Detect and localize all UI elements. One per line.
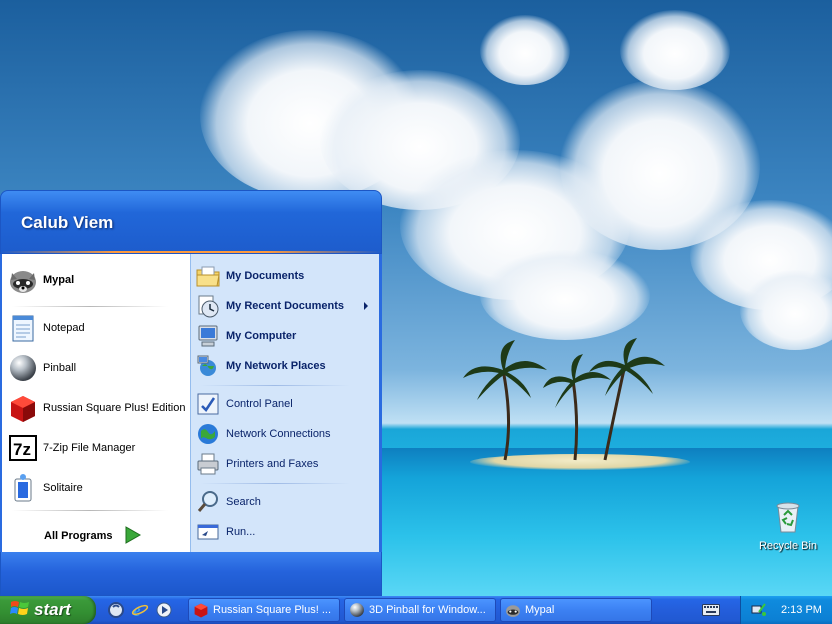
task-label: Mypal xyxy=(525,604,555,616)
taskbar: start e Russian Square Plus! ... 3D Pinb… xyxy=(0,596,832,624)
task-russian-square[interactable]: Russian Square Plus! ... xyxy=(188,598,340,622)
7zip-icon: 7z xyxy=(8,433,38,463)
start-label: start xyxy=(34,600,71,619)
place-my-recent-documents[interactable]: My Recent Documents xyxy=(196,292,374,320)
separator xyxy=(200,385,350,386)
run-icon xyxy=(196,520,220,544)
network-places-icon xyxy=(196,354,220,378)
cloud xyxy=(740,270,832,350)
separator xyxy=(200,483,350,484)
start-menu-footer xyxy=(0,552,382,596)
recycle-bin-icon xyxy=(776,502,800,533)
system-label: Control Panel xyxy=(226,398,293,410)
control-panel-icon xyxy=(196,392,220,416)
program-item-solitaire[interactable]: Solitaire xyxy=(8,470,186,506)
computer-icon xyxy=(196,324,220,348)
start-button[interactable]: start xyxy=(0,596,96,624)
recent-documents-icon xyxy=(196,294,220,318)
system-control-panel[interactable]: Control Panel xyxy=(196,390,374,418)
pinball-icon xyxy=(349,602,365,618)
user-name: Calub Viem xyxy=(21,213,114,232)
program-item-notepad[interactable]: Notepad xyxy=(8,310,186,346)
pinned-item-mypal[interactable]: Mypal xyxy=(8,262,186,298)
program-item-label: Solitaire xyxy=(43,482,83,494)
cloud xyxy=(480,250,650,340)
cloud xyxy=(620,10,730,90)
raccoon-icon xyxy=(505,602,521,618)
solitaire-icon xyxy=(8,473,38,503)
red-cube-icon xyxy=(193,602,209,618)
place-label: My Recent Documents xyxy=(226,300,344,312)
start-menu: Calub Viem Mypal Notepad Pinball Russian… xyxy=(0,190,382,596)
program-item-label: 7-Zip File Manager xyxy=(43,442,136,454)
folder-documents-icon xyxy=(196,264,220,288)
program-item-pinball[interactable]: Pinball xyxy=(8,350,186,386)
all-programs-button[interactable]: All Programs xyxy=(44,522,184,550)
submenu-arrow-icon xyxy=(364,302,368,310)
start-menu-header: Calub Viem xyxy=(0,190,382,254)
task-label: Russian Square Plus! ... xyxy=(213,604,332,616)
tool-search[interactable]: Search xyxy=(196,488,374,516)
place-my-network-places[interactable]: My Network Places xyxy=(196,352,374,380)
separator xyxy=(12,510,168,511)
cloud xyxy=(480,15,570,85)
all-programs-label: All Programs xyxy=(44,530,113,542)
recycle-bin[interactable]: Recycle Bin xyxy=(752,500,824,552)
notepad-icon xyxy=(8,313,38,343)
separator xyxy=(12,306,168,307)
task-mypal[interactable]: Mypal xyxy=(500,598,652,622)
program-item-russian-square[interactable]: Russian Square Plus! Edition xyxy=(8,390,186,426)
tool-label: Run... xyxy=(226,526,256,538)
search-icon xyxy=(196,490,220,514)
task-label: 3D Pinball for Window... xyxy=(369,604,486,616)
tool-run[interactable]: Run... xyxy=(196,518,374,546)
program-item-label: Russian Square Plus! Edition xyxy=(43,402,186,414)
program-item-label: Pinball xyxy=(43,362,77,374)
windows-flag-icon xyxy=(10,599,30,622)
raccoon-icon xyxy=(8,265,38,295)
program-item-label: Notepad xyxy=(43,322,85,334)
printer-icon xyxy=(196,452,220,476)
place-label: My Documents xyxy=(226,270,305,282)
pinball-icon xyxy=(8,353,38,383)
pinned-item-label: Mypal xyxy=(43,274,75,286)
system-network-connections[interactable]: Network Connections xyxy=(196,420,374,448)
internet-explorer-icon[interactable]: e xyxy=(130,600,150,620)
place-my-documents[interactable]: My Documents xyxy=(196,262,374,290)
system-tray: 2:13 PM xyxy=(740,596,832,624)
place-label: My Network Places xyxy=(226,360,326,372)
place-my-computer[interactable]: My Computer xyxy=(196,322,374,350)
ie-settings-icon[interactable] xyxy=(106,600,126,620)
svg-text:7z: 7z xyxy=(13,440,31,459)
system-label: Network Connections xyxy=(226,428,331,440)
red-cube-icon xyxy=(8,393,38,423)
network-tray-icon[interactable] xyxy=(751,602,767,618)
program-item-7zip[interactable]: 7z 7-Zip File Manager xyxy=(8,430,186,466)
tool-label: Search xyxy=(226,496,261,508)
task-3d-pinball[interactable]: 3D Pinball for Window... xyxy=(344,598,496,622)
media-player-icon[interactable] xyxy=(154,600,174,620)
place-label: My Computer xyxy=(226,330,297,342)
network-connections-icon xyxy=(196,422,220,446)
system-label: Printers and Faxes xyxy=(226,458,319,470)
keyboard-icon[interactable] xyxy=(700,602,722,618)
recycle-bin-label: Recycle Bin xyxy=(758,540,818,552)
green-arrow-icon xyxy=(124,525,142,548)
palm-trees xyxy=(463,338,665,461)
system-printers-and-faxes[interactable]: Printers and Faxes xyxy=(196,450,374,478)
menu-border xyxy=(379,254,382,552)
clock[interactable]: 2:13 PM xyxy=(781,604,822,616)
